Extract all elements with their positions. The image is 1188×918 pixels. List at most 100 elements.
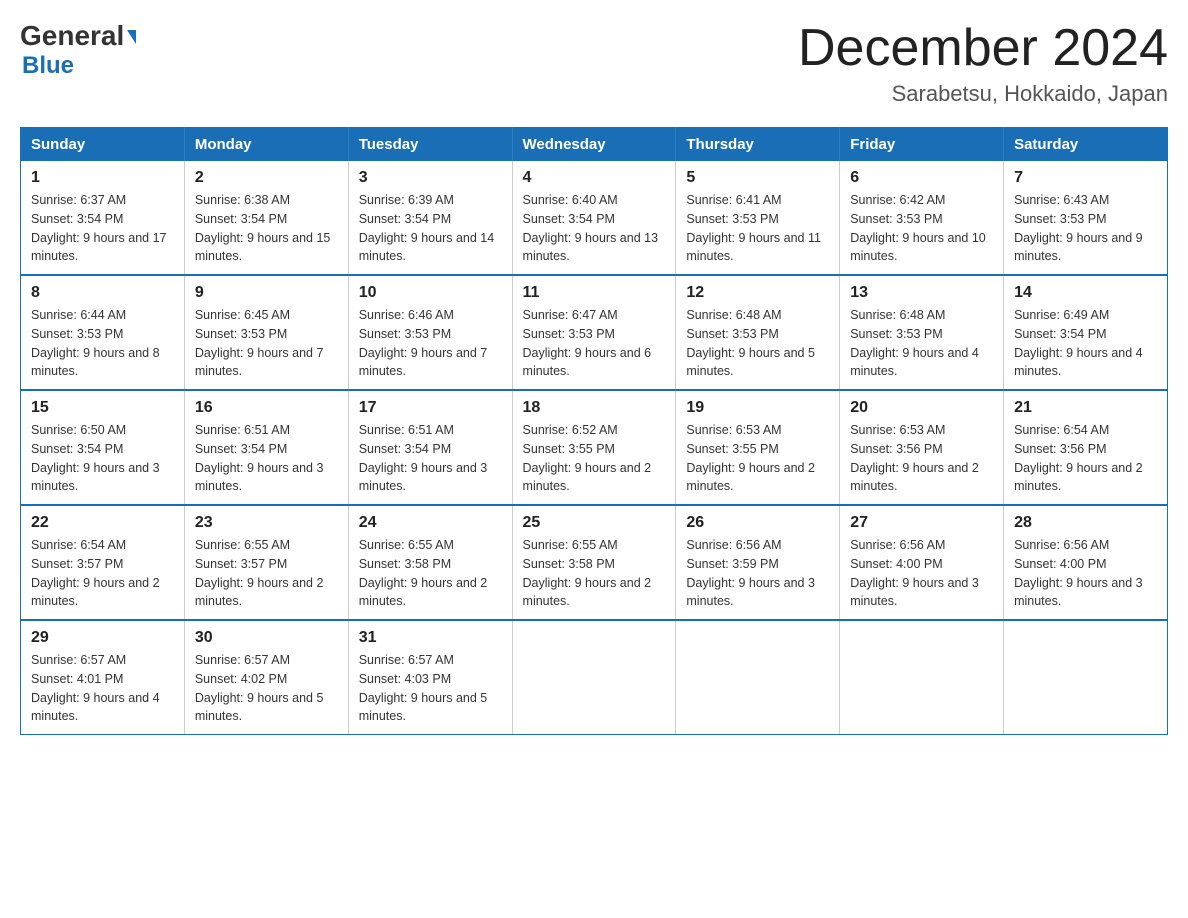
calendar-cell: 12 Sunrise: 6:48 AMSunset: 3:53 PMDaylig…	[676, 275, 840, 390]
day-number: 22	[31, 514, 174, 532]
day-info: Sunrise: 6:56 AMSunset: 4:00 PMDaylight:…	[850, 536, 993, 611]
calendar-cell: 21 Sunrise: 6:54 AMSunset: 3:56 PMDaylig…	[1004, 390, 1168, 505]
day-number: 26	[686, 514, 829, 532]
day-number: 13	[850, 284, 993, 302]
calendar-header-row: SundayMondayTuesdayWednesdayThursdayFrid…	[21, 128, 1168, 162]
day-info: Sunrise: 6:38 AMSunset: 3:54 PMDaylight:…	[195, 191, 338, 266]
day-info: Sunrise: 6:52 AMSunset: 3:55 PMDaylight:…	[523, 421, 666, 496]
day-number: 7	[1014, 169, 1157, 187]
calendar-cell: 26 Sunrise: 6:56 AMSunset: 3:59 PMDaylig…	[676, 505, 840, 620]
day-number: 14	[1014, 284, 1157, 302]
day-info: Sunrise: 6:51 AMSunset: 3:54 PMDaylight:…	[195, 421, 338, 496]
calendar-cell: 20 Sunrise: 6:53 AMSunset: 3:56 PMDaylig…	[840, 390, 1004, 505]
day-info: Sunrise: 6:44 AMSunset: 3:53 PMDaylight:…	[31, 306, 174, 381]
day-info: Sunrise: 6:48 AMSunset: 3:53 PMDaylight:…	[686, 306, 829, 381]
calendar-cell: 31 Sunrise: 6:57 AMSunset: 4:03 PMDaylig…	[348, 620, 512, 735]
calendar-week-row: 29 Sunrise: 6:57 AMSunset: 4:01 PMDaylig…	[21, 620, 1168, 735]
calendar-cell: 22 Sunrise: 6:54 AMSunset: 3:57 PMDaylig…	[21, 505, 185, 620]
calendar-cell: 15 Sunrise: 6:50 AMSunset: 3:54 PMDaylig…	[21, 390, 185, 505]
day-info: Sunrise: 6:54 AMSunset: 3:57 PMDaylight:…	[31, 536, 174, 611]
day-info: Sunrise: 6:56 AMSunset: 3:59 PMDaylight:…	[686, 536, 829, 611]
day-number: 19	[686, 399, 829, 417]
day-number: 20	[850, 399, 993, 417]
day-number: 8	[31, 284, 174, 302]
title-block: December 2024 Sarabetsu, Hokkaido, Japan	[798, 20, 1168, 107]
day-number: 15	[31, 399, 174, 417]
logo-arrow-icon	[127, 30, 136, 44]
day-number: 11	[523, 284, 666, 302]
month-title: December 2024	[798, 20, 1168, 77]
day-info: Sunrise: 6:49 AMSunset: 3:54 PMDaylight:…	[1014, 306, 1157, 381]
calendar-cell: 10 Sunrise: 6:46 AMSunset: 3:53 PMDaylig…	[348, 275, 512, 390]
calendar-cell: 17 Sunrise: 6:51 AMSunset: 3:54 PMDaylig…	[348, 390, 512, 505]
day-info: Sunrise: 6:45 AMSunset: 3:53 PMDaylight:…	[195, 306, 338, 381]
calendar-cell: 13 Sunrise: 6:48 AMSunset: 3:53 PMDaylig…	[840, 275, 1004, 390]
day-number: 27	[850, 514, 993, 532]
calendar-header-monday: Monday	[184, 128, 348, 162]
day-info: Sunrise: 6:37 AMSunset: 3:54 PMDaylight:…	[31, 191, 174, 266]
day-number: 29	[31, 629, 174, 647]
logo-blue: Blue	[22, 52, 74, 79]
calendar-cell: 9 Sunrise: 6:45 AMSunset: 3:53 PMDayligh…	[184, 275, 348, 390]
page-header: General Blue December 2024 Sarabetsu, Ho…	[20, 20, 1168, 107]
calendar-cell: 29 Sunrise: 6:57 AMSunset: 4:01 PMDaylig…	[21, 620, 185, 735]
day-number: 4	[523, 169, 666, 187]
calendar-cell: 4 Sunrise: 6:40 AMSunset: 3:54 PMDayligh…	[512, 161, 676, 275]
calendar-header-thursday: Thursday	[676, 128, 840, 162]
day-number: 6	[850, 169, 993, 187]
calendar-header-wednesday: Wednesday	[512, 128, 676, 162]
day-number: 30	[195, 629, 338, 647]
day-number: 5	[686, 169, 829, 187]
day-info: Sunrise: 6:56 AMSunset: 4:00 PMDaylight:…	[1014, 536, 1157, 611]
day-info: Sunrise: 6:51 AMSunset: 3:54 PMDaylight:…	[359, 421, 502, 496]
calendar-cell: 16 Sunrise: 6:51 AMSunset: 3:54 PMDaylig…	[184, 390, 348, 505]
day-info: Sunrise: 6:41 AMSunset: 3:53 PMDaylight:…	[686, 191, 829, 266]
calendar-week-row: 1 Sunrise: 6:37 AMSunset: 3:54 PMDayligh…	[21, 161, 1168, 275]
day-number: 31	[359, 629, 502, 647]
calendar-cell	[676, 620, 840, 735]
logo: General Blue	[20, 20, 136, 80]
calendar-cell: 23 Sunrise: 6:55 AMSunset: 3:57 PMDaylig…	[184, 505, 348, 620]
day-number: 25	[523, 514, 666, 532]
calendar-cell: 11 Sunrise: 6:47 AMSunset: 3:53 PMDaylig…	[512, 275, 676, 390]
day-info: Sunrise: 6:54 AMSunset: 3:56 PMDaylight:…	[1014, 421, 1157, 496]
calendar-cell	[1004, 620, 1168, 735]
day-info: Sunrise: 6:55 AMSunset: 3:57 PMDaylight:…	[195, 536, 338, 611]
calendar-header-tuesday: Tuesday	[348, 128, 512, 162]
day-number: 1	[31, 169, 174, 187]
calendar-cell: 3 Sunrise: 6:39 AMSunset: 3:54 PMDayligh…	[348, 161, 512, 275]
day-info: Sunrise: 6:50 AMSunset: 3:54 PMDaylight:…	[31, 421, 174, 496]
day-info: Sunrise: 6:57 AMSunset: 4:02 PMDaylight:…	[195, 651, 338, 726]
day-info: Sunrise: 6:53 AMSunset: 3:55 PMDaylight:…	[686, 421, 829, 496]
day-number: 17	[359, 399, 502, 417]
day-info: Sunrise: 6:48 AMSunset: 3:53 PMDaylight:…	[850, 306, 993, 381]
calendar-table: SundayMondayTuesdayWednesdayThursdayFrid…	[20, 127, 1168, 735]
day-number: 21	[1014, 399, 1157, 417]
calendar-header-sunday: Sunday	[21, 128, 185, 162]
day-info: Sunrise: 6:57 AMSunset: 4:03 PMDaylight:…	[359, 651, 502, 726]
calendar-header-friday: Friday	[840, 128, 1004, 162]
day-info: Sunrise: 6:40 AMSunset: 3:54 PMDaylight:…	[523, 191, 666, 266]
day-info: Sunrise: 6:46 AMSunset: 3:53 PMDaylight:…	[359, 306, 502, 381]
day-info: Sunrise: 6:47 AMSunset: 3:53 PMDaylight:…	[523, 306, 666, 381]
calendar-cell: 19 Sunrise: 6:53 AMSunset: 3:55 PMDaylig…	[676, 390, 840, 505]
calendar-cell: 5 Sunrise: 6:41 AMSunset: 3:53 PMDayligh…	[676, 161, 840, 275]
day-number: 3	[359, 169, 502, 187]
day-number: 2	[195, 169, 338, 187]
day-number: 24	[359, 514, 502, 532]
calendar-cell: 27 Sunrise: 6:56 AMSunset: 4:00 PMDaylig…	[840, 505, 1004, 620]
calendar-cell	[512, 620, 676, 735]
calendar-cell: 25 Sunrise: 6:55 AMSunset: 3:58 PMDaylig…	[512, 505, 676, 620]
calendar-cell: 24 Sunrise: 6:55 AMSunset: 3:58 PMDaylig…	[348, 505, 512, 620]
day-info: Sunrise: 6:39 AMSunset: 3:54 PMDaylight:…	[359, 191, 502, 266]
day-number: 10	[359, 284, 502, 302]
calendar-cell: 7 Sunrise: 6:43 AMSunset: 3:53 PMDayligh…	[1004, 161, 1168, 275]
calendar-week-row: 15 Sunrise: 6:50 AMSunset: 3:54 PMDaylig…	[21, 390, 1168, 505]
calendar-cell: 6 Sunrise: 6:42 AMSunset: 3:53 PMDayligh…	[840, 161, 1004, 275]
day-number: 28	[1014, 514, 1157, 532]
calendar-header-saturday: Saturday	[1004, 128, 1168, 162]
calendar-cell: 28 Sunrise: 6:56 AMSunset: 4:00 PMDaylig…	[1004, 505, 1168, 620]
day-info: Sunrise: 6:55 AMSunset: 3:58 PMDaylight:…	[359, 536, 502, 611]
day-info: Sunrise: 6:42 AMSunset: 3:53 PMDaylight:…	[850, 191, 993, 266]
day-number: 23	[195, 514, 338, 532]
